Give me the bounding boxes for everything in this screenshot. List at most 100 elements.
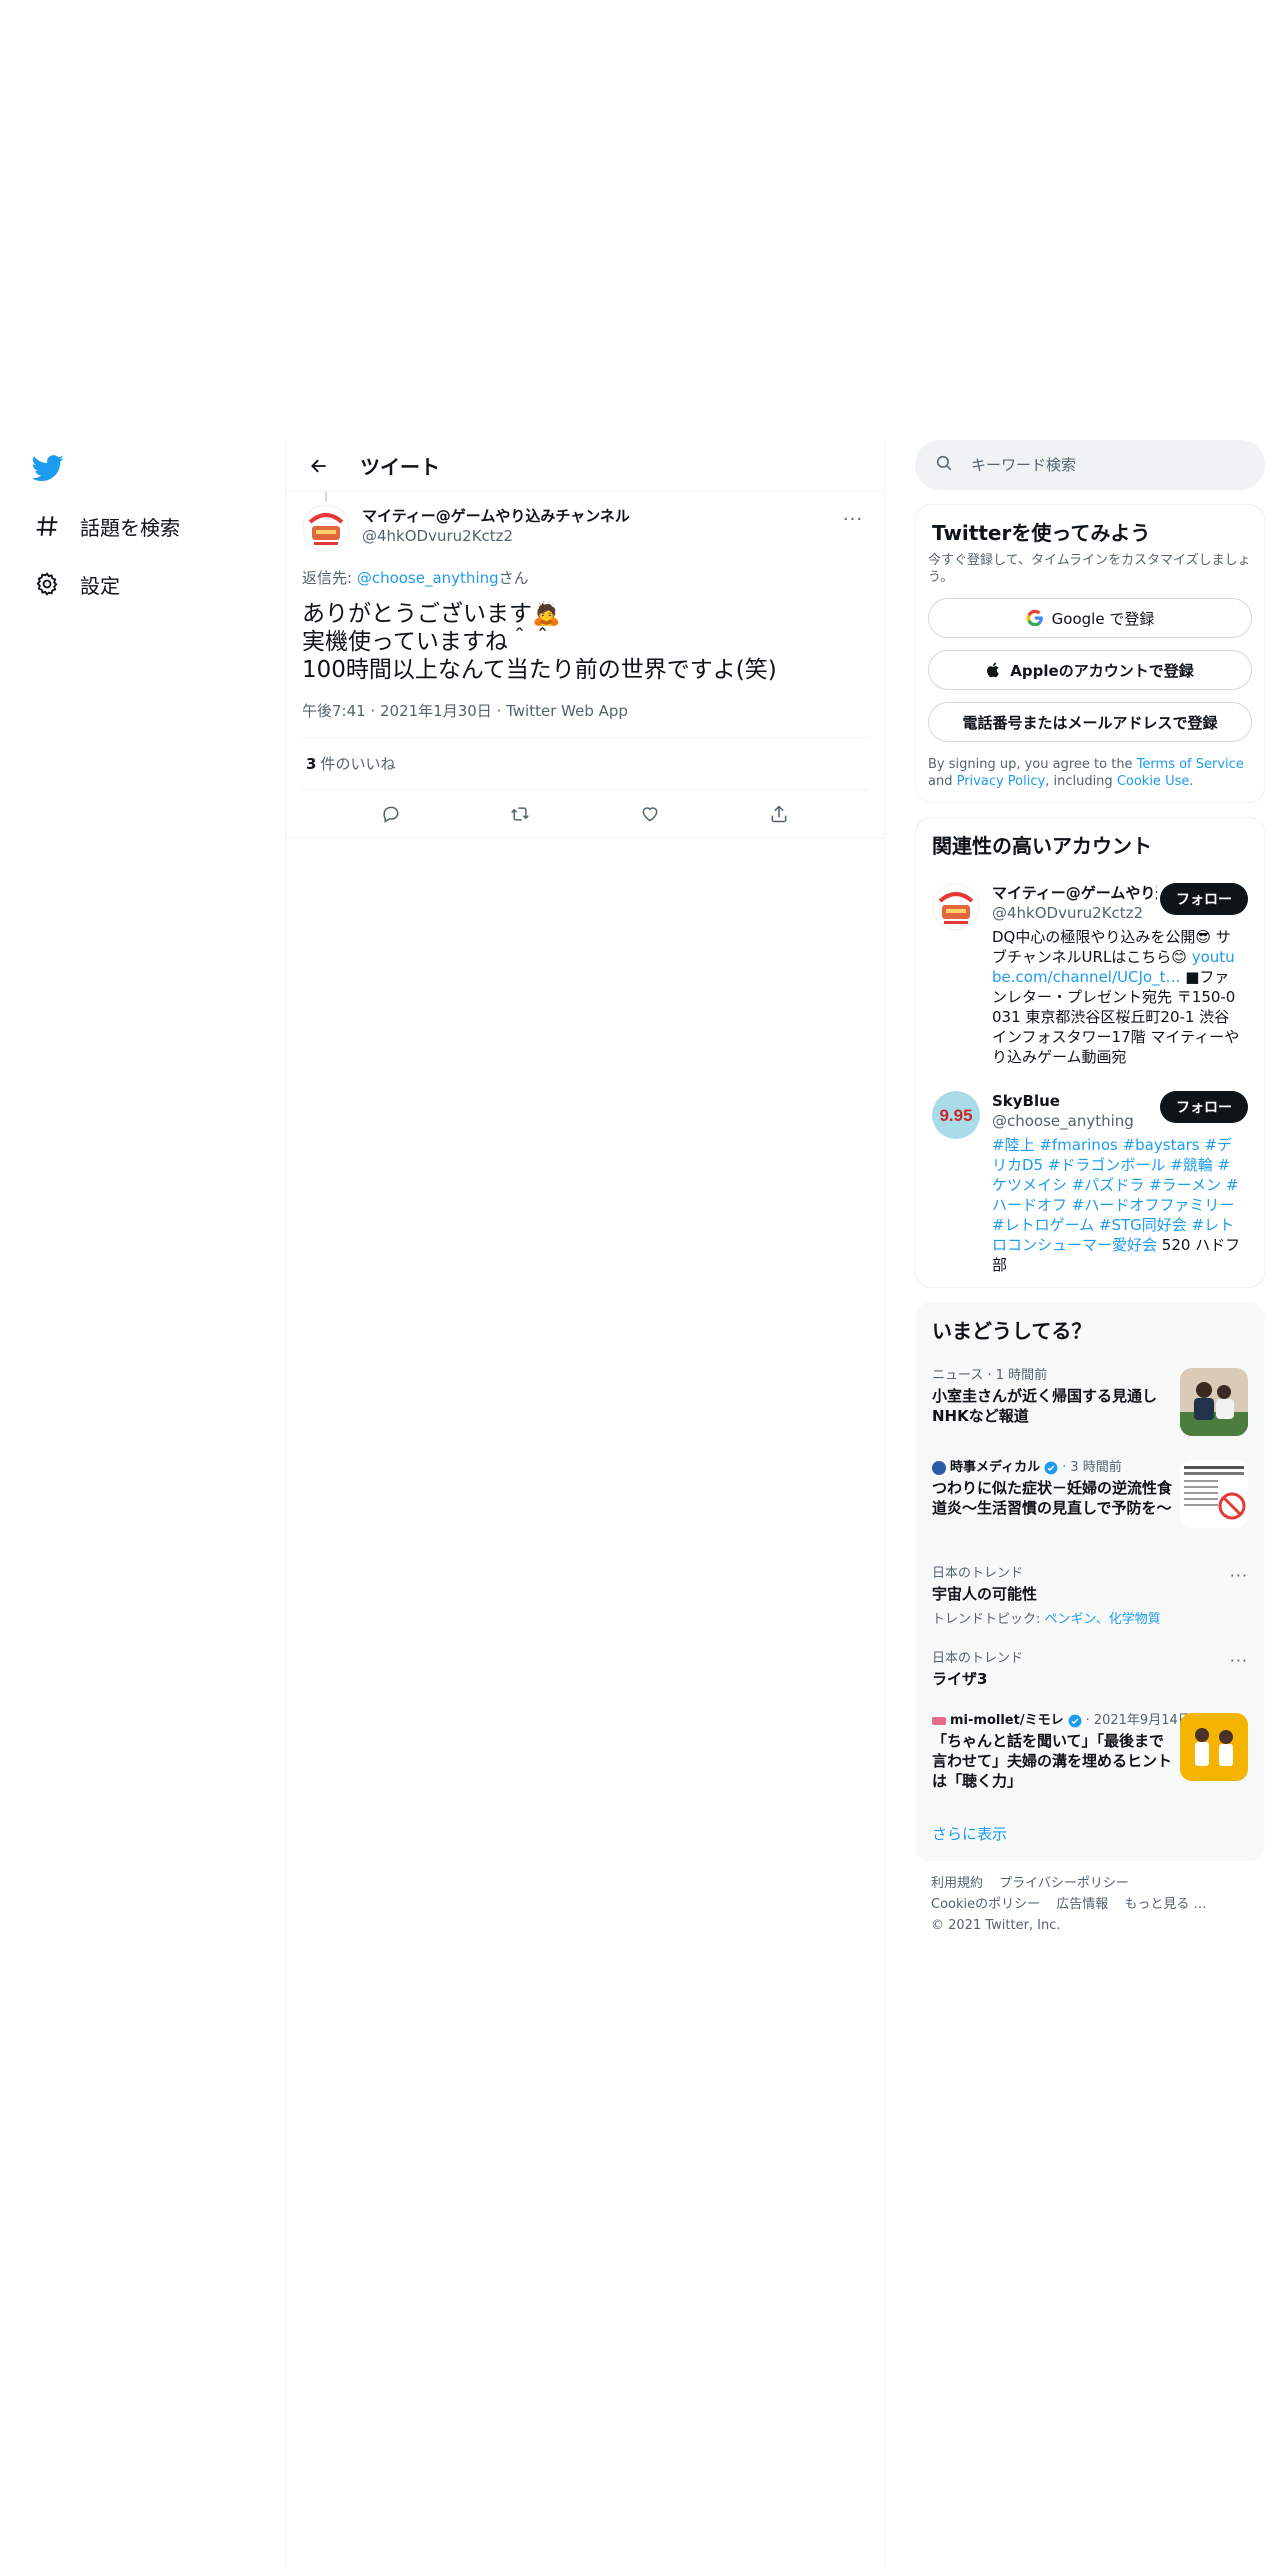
trend-item[interactable]: mi-mollet/ミモレ · 2021年9月14日 「ちゃんと話を聞いて」「最… bbox=[916, 1701, 1264, 1807]
relevant-accounts-title: 関連性の高いアカウント bbox=[932, 834, 1152, 858]
signup-subtitle: 今すぐ登録して、タイムラインをカスタマイズしましょう。 bbox=[928, 553, 1251, 585]
footer-link-cookie[interactable]: Cookieのポリシー bbox=[931, 1897, 1040, 1912]
avatar[interactable] bbox=[302, 504, 350, 552]
apple-signup-button[interactable]: Appleのアカウントで登録 bbox=[928, 650, 1252, 690]
page-title: ツイート bbox=[360, 455, 440, 479]
avatar[interactable]: 9.95 bbox=[932, 1091, 980, 1139]
avatar[interactable] bbox=[932, 883, 980, 931]
trend-topics: トレンドトピック: ペンギン、化学物質 bbox=[932, 1608, 1248, 1627]
more-icon[interactable]: ··· bbox=[1230, 1566, 1248, 1585]
footer-link-terms[interactable]: 利用規約 bbox=[931, 1876, 983, 1891]
footer: 利用規約 プライバシーポリシー Cookieのポリシー 広告情報 もっと見る …… bbox=[915, 1861, 1265, 1948]
footer-link-more[interactable]: もっと見る … bbox=[1124, 1897, 1206, 1912]
google-signup-label: Google で登録 bbox=[1051, 609, 1155, 628]
terms-including: , including bbox=[1045, 774, 1117, 789]
trend-time: · 2021年9月14日 bbox=[1085, 1713, 1191, 1728]
reply-prefix: 返信先: bbox=[302, 569, 357, 587]
trend-title: 小室圭さんが近く帰国する見通し NHKなど報道 bbox=[932, 1387, 1158, 1425]
google-icon bbox=[1026, 609, 1044, 627]
phone-email-signup-button[interactable]: 電話番号またはメールアドレスで登録 bbox=[928, 702, 1252, 742]
tweet-header: マイティー@ゲームやり込みチャンネル @4hkODvuru2Kctz2 ··· bbox=[302, 492, 868, 564]
more-icon[interactable]: ··· bbox=[838, 504, 868, 534]
reply-to-link[interactable]: @choose_anything bbox=[357, 569, 499, 587]
likes-count: 3 bbox=[306, 754, 317, 773]
terms-and: and bbox=[928, 774, 957, 789]
author-handle[interactable]: @4hkODvuru2Kctz2 bbox=[362, 526, 630, 546]
topics-links[interactable]: ペンギン、化学物質 bbox=[1045, 1612, 1161, 1627]
reply-context: 返信先: @choose_anythingさん bbox=[302, 568, 868, 588]
account-bio: DQ中心の極限やり込みを公開😎 サブチャンネルURLはこちら😊 youtube.… bbox=[992, 927, 1242, 1067]
trend-context: 日本のトレンド bbox=[932, 1566, 1024, 1581]
hashtag-icon bbox=[32, 511, 62, 541]
like-icon[interactable] bbox=[633, 797, 667, 831]
trends-title: いまどうしてる？ bbox=[932, 1319, 1092, 1343]
trends-card: いまどうしてる？ ニュース · 1 時間前 小室圭さんが近く帰国する見通し NH… bbox=[915, 1302, 1265, 1861]
trend-item[interactable]: 時事メディカル · 3 時間前 つわりに似た症状－妊婦の逆流性食道炎～生活習慣の… bbox=[916, 1448, 1264, 1554]
follow-button[interactable]: フォロー bbox=[1160, 1091, 1248, 1123]
account-name[interactable]: マイティー@ゲームやり込みチャンネル bbox=[992, 883, 1157, 903]
trend-item[interactable]: ニュース · 1 時間前 小室圭さんが近く帰国する見通し NHKなど報道 bbox=[916, 1356, 1264, 1448]
privacy-policy-link[interactable]: Privacy Policy bbox=[957, 774, 1046, 789]
terms-prefix: By signing up, you agree to the bbox=[928, 757, 1137, 772]
trend-title: つわりに似た症状－妊婦の逆流性食道炎～生活習慣の見直しで予防を～ bbox=[932, 1479, 1173, 1517]
follow-button[interactable]: フォロー bbox=[1160, 883, 1248, 915]
copyright: © 2021 Twitter, Inc. bbox=[931, 1918, 1061, 1933]
share-icon[interactable] bbox=[762, 797, 796, 831]
gear-icon bbox=[32, 569, 62, 599]
nav-explore[interactable]: 話題を検索 bbox=[32, 506, 180, 546]
account-item[interactable]: マイティー@ゲームやり込みチャンネル @4hkODvuru2Kctz2 DQ中心… bbox=[916, 871, 1264, 1079]
signup-terms: By signing up, you agree to the Terms of… bbox=[916, 742, 1264, 802]
cookie-use-link[interactable]: Cookie Use bbox=[1117, 774, 1190, 789]
trend-title: ライザ3 bbox=[932, 1670, 988, 1688]
verified-icon bbox=[1044, 1461, 1058, 1475]
terms-of-service-link[interactable]: Terms of Service bbox=[1137, 757, 1244, 772]
news-thumbnail bbox=[1180, 1460, 1248, 1528]
search-icon bbox=[935, 454, 953, 476]
account-bio: #陸上 #fmarinos #baystars #デリカD5 #ドラゴンボール … bbox=[992, 1135, 1242, 1275]
news-thumbnail bbox=[1180, 1368, 1248, 1436]
right-sidebar: Twitterを使ってみよう 今すぐ登録して、タイムラインをカスタマイズしましょ… bbox=[915, 440, 1265, 1948]
meta-separator: · bbox=[491, 702, 507, 720]
trend-source: 時事メディカル bbox=[950, 1460, 1041, 1475]
account-item[interactable]: 9.95 SkyBlue @choose_anything #陸上 #fmari… bbox=[916, 1079, 1264, 1287]
author-name[interactable]: マイティー@ゲームやり込みチャンネル bbox=[362, 506, 630, 526]
source-logo bbox=[932, 1717, 946, 1725]
google-signup-button[interactable]: Google で登録 bbox=[928, 598, 1252, 638]
footer-link-ads[interactable]: 広告情報 bbox=[1056, 1897, 1108, 1912]
trend-item[interactable]: 日本のトレンド ライザ3 ··· bbox=[916, 1639, 1264, 1701]
account-name[interactable]: SkyBlue bbox=[992, 1091, 1157, 1111]
verified-icon bbox=[1068, 1714, 1082, 1728]
retweet-icon[interactable] bbox=[503, 797, 537, 831]
signup-title: Twitterを使ってみよう bbox=[932, 521, 1151, 545]
tweet-text: ありがとうございます🙇 実機使っていますね＾＾ 100時間以上なんて当たり前の世… bbox=[302, 601, 777, 683]
trend-context: 日本のトレンド bbox=[932, 1651, 1024, 1666]
footer-link-privacy[interactable]: プライバシーポリシー bbox=[999, 1876, 1129, 1891]
twitter-bird-icon[interactable] bbox=[31, 452, 64, 484]
trend-item[interactable]: 日本のトレンド 宇宙人の可能性 トレンドトピック: ペンギン、化学物質 ··· bbox=[916, 1554, 1264, 1639]
nav-settings[interactable]: 設定 bbox=[32, 564, 120, 604]
tweet-actions bbox=[286, 790, 884, 838]
trend-time: · 3 時間前 bbox=[1062, 1460, 1122, 1475]
tweet-timestamp[interactable]: 午後7:41 · 2021年1月30日 bbox=[302, 702, 492, 720]
phone-email-signup-label: 電話番号またはメールアドレスで登録 bbox=[962, 713, 1218, 732]
reply-icon[interactable] bbox=[374, 797, 408, 831]
source-logo bbox=[932, 1461, 946, 1475]
main-column: ツイート マイティー@ゲームやり込みチャンネル @4hkODvuru2Kctz2… bbox=[285, 440, 885, 2568]
search-bar[interactable] bbox=[915, 440, 1265, 490]
avatar-text: 9.95 bbox=[939, 1106, 972, 1125]
trend-source: mi-mollet/ミモレ bbox=[950, 1713, 1064, 1728]
tweet-source[interactable]: Twitter Web App bbox=[506, 702, 628, 720]
apple-signup-label: Appleのアカウントで登録 bbox=[1010, 661, 1194, 680]
more-icon[interactable]: ··· bbox=[1230, 1651, 1248, 1670]
likes-count-row[interactable]: 3 件のいいね bbox=[302, 738, 868, 790]
back-button[interactable] bbox=[302, 449, 336, 483]
apple-icon bbox=[986, 661, 1002, 679]
show-more-link[interactable]: さらに表示 bbox=[916, 1807, 1264, 1860]
trend-title: 宇宙人の可能性 bbox=[932, 1585, 1038, 1603]
search-input[interactable] bbox=[971, 456, 1231, 474]
likes-label: 件のいいね bbox=[320, 755, 396, 773]
relevant-accounts-card: 関連性の高いアカウント マイティー@ゲームやり込みチャンネル @4hkODvur… bbox=[915, 817, 1265, 1288]
tweet-meta: 午後7:41 · 2021年1月30日 · Twitter Web App bbox=[302, 700, 868, 738]
news-thumbnail bbox=[1180, 1713, 1248, 1781]
page-header: ツイート bbox=[286, 440, 884, 492]
